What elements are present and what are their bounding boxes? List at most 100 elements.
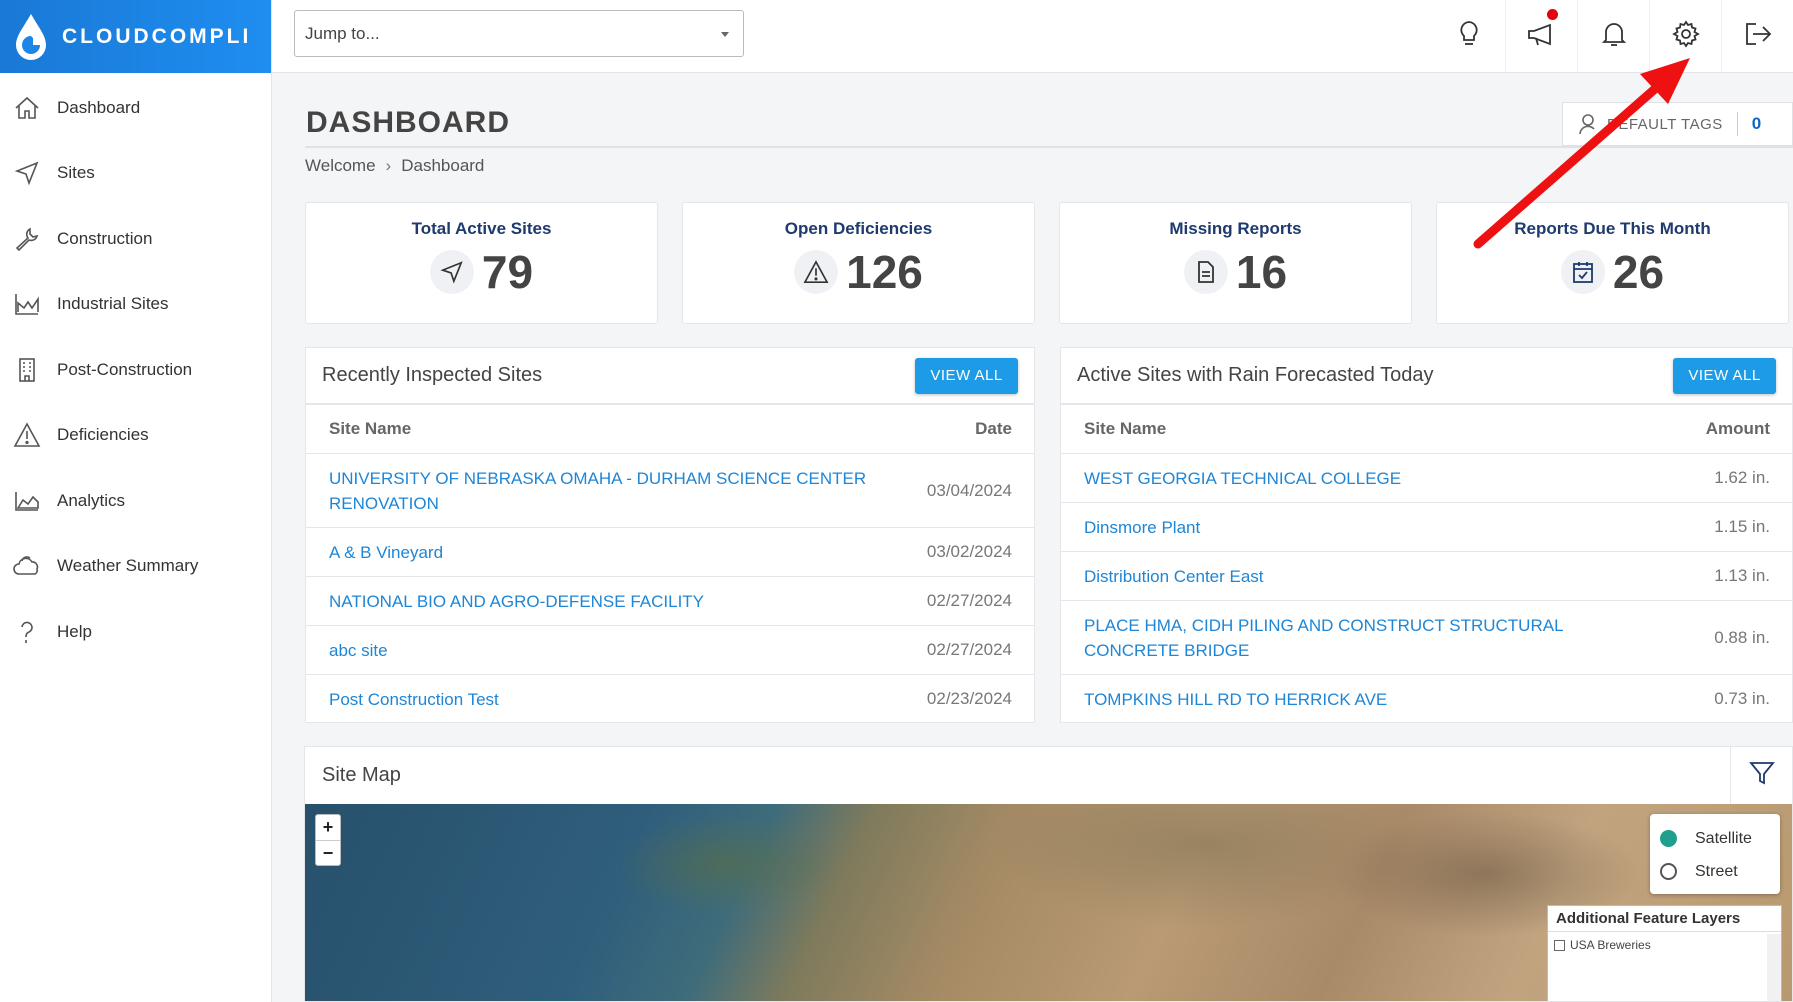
sidebar-item-analytics[interactable]: Analytics [0,468,271,534]
basemap-switcher: Satellite Street [1650,814,1780,894]
rain-amount: 0.88 in. [1714,627,1770,647]
radio-selected[interactable] [1660,830,1677,847]
breadcrumb-separator-icon: › [385,156,392,175]
site-map-panel: Site Map + − Satellite Street Additional… [304,746,1793,1002]
breadcrumb-dashboard: Dashboard [401,156,485,175]
panel-title: Active Sites with Rain Forecasted Today [1077,364,1434,386]
stat-card-total-active-sites[interactable]: Total Active Sites 79 [305,202,658,324]
sidebar-nav: Dashboard Sites Construction Industrial … [0,73,271,665]
column-header-site-name: Site Name [1084,419,1167,438]
site-link[interactable]: TOMPKINS HILL RD TO HERRICK AVE [1084,687,1387,712]
water-drop-icon [12,12,50,62]
sidebar-item-weather-summary[interactable]: Weather Summary [0,534,271,600]
sidebar-item-label: Post-Construction [57,359,193,379]
gear-icon [1671,20,1700,53]
site-link[interactable]: WEST GEORGIA TECHNICAL COLLEGE [1084,466,1401,491]
sidebar-item-construction[interactable]: Construction [0,206,271,272]
topbar: Jump to... [272,0,1793,73]
inspection-date: 02/27/2024 [926,640,1012,659]
site-link[interactable]: PLACE HMA, CIDH PILING AND CONSTRUCT STR… [1084,613,1644,663]
sidebar-item-industrial-sites[interactable]: Industrial Sites [0,272,271,338]
stat-card-reports-due[interactable]: Reports Due This Month 26 [1436,202,1789,324]
inspection-date: 03/04/2024 [926,480,1012,500]
table-row: Distribution Center East 1.13 in. [1061,552,1792,601]
document-icon [1183,250,1228,294]
site-link[interactable]: Post Construction Test [329,687,499,712]
sidebar-item-help[interactable]: Help [0,599,271,665]
site-link[interactable]: UNIVERSITY OF NEBRASKA OMAHA - DURHAM SC… [329,466,869,516]
cloud-icon [12,551,42,581]
table-row: WEST GEORGIA TECHNICAL COLLEGE 1.62 in. [1061,454,1792,503]
column-header-site-name: Site Name [329,419,412,438]
basemap-label: Street [1695,862,1738,880]
sidebar: CLOUDCOMPLI Dashboard Sites Construction… [0,0,272,1002]
table-row: NATIONAL BIO AND AGRO-DEFENSE FACILITY 0… [306,577,1034,626]
stat-label: Reports Due This Month [1514,219,1711,238]
default-tags-label: DEFAULT TAGS [1607,115,1723,133]
site-link[interactable]: abc site [329,638,388,663]
sidebar-item-post-construction[interactable]: Post-Construction [0,337,271,403]
filter-button[interactable] [1730,747,1792,804]
announcements-button[interactable] [1505,0,1577,73]
basemap-label: Satellite [1695,829,1752,847]
sidebar-item-deficiencies[interactable]: Deficiencies [0,403,271,469]
stat-value: 26 [1612,246,1665,298]
site-link[interactable]: Dinsmore Plant [1084,515,1200,540]
layer-item[interactable]: USA Breweries [1548,932,1781,958]
layer-checkbox[interactable] [1554,939,1565,951]
topbar-actions [1433,0,1793,73]
layers-title: Additional Feature Layers [1548,906,1781,932]
logout-button[interactable] [1721,0,1793,73]
stat-label: Missing Reports [1169,219,1302,238]
layers-scrollbar[interactable] [1767,934,1781,1001]
stat-card-open-deficiencies[interactable]: Open Deficiencies 126 [682,202,1035,324]
view-all-button[interactable]: VIEW ALL [1673,357,1776,394]
warning-triangle-icon [12,420,42,450]
table-row: UNIVERSITY OF NEBRASKA OMAHA - DURHAM SC… [306,454,1034,528]
site-link[interactable]: NATIONAL BIO AND AGRO-DEFENSE FACILITY [329,589,704,614]
stat-label: Total Active Sites [411,219,552,238]
basemap-option-street[interactable]: Street [1660,855,1770,888]
stat-value: 16 [1235,246,1288,298]
satellite-map[interactable]: + − Satellite Street Additional Feature … [305,804,1792,1001]
table-header: Site Name Date [306,405,1034,454]
warning-triangle-icon [794,250,839,294]
zoom-out-button[interactable]: − [316,840,340,865]
calendar-check-icon [1560,250,1605,294]
sidebar-item-label: Construction [57,228,153,248]
sidebar-item-label: Deficiencies [57,425,149,445]
sidebar-item-label: Sites [57,163,95,183]
view-all-button[interactable]: VIEW ALL [915,357,1018,394]
radio-unselected[interactable] [1660,863,1677,880]
brand-logo[interactable]: CLOUDCOMPLI [0,0,271,73]
settings-button[interactable] [1649,0,1721,73]
recently-inspected-panel: Recently Inspected Sites VIEW ALL Site N… [305,347,1035,723]
rain-amount: 0.73 in. [1714,689,1770,708]
sidebar-item-sites[interactable]: Sites [0,141,271,207]
logout-icon [1744,21,1772,52]
zoom-control: + − [315,814,341,866]
zoom-in-button[interactable]: + [316,815,340,840]
rain-amount: 1.62 in. [1714,468,1770,487]
building-icon [12,355,42,385]
stat-card-missing-reports[interactable]: Missing Reports 16 [1059,202,1412,324]
sidebar-item-label: Weather Summary [57,556,199,576]
default-tags-button[interactable]: DEFAULT TAGS 0 [1562,102,1793,146]
table-row: PLACE HMA, CIDH PILING AND CONSTRUCT STR… [1061,601,1792,675]
page-title: DASHBOARD [306,106,510,139]
megaphone-icon [1526,21,1558,52]
notifications-button[interactable] [1577,0,1649,73]
navigation-arrow-icon [12,158,42,188]
column-header-date: Date [975,419,1012,438]
breadcrumb-welcome[interactable]: Welcome [305,156,376,176]
sidebar-item-label: Help [57,621,92,641]
jump-to-select[interactable]: Jump to... [294,10,744,57]
basemap-option-satellite[interactable]: Satellite [1660,822,1770,855]
site-link[interactable]: Distribution Center East [1084,564,1264,589]
breadcrumb: Welcome › Dashboard [305,156,484,176]
divider [1736,112,1738,136]
sidebar-item-dashboard[interactable]: Dashboard [0,75,271,141]
tips-button[interactable] [1433,0,1505,73]
inspection-date: 02/27/2024 [926,591,1012,610]
site-link[interactable]: A & B Vineyard [329,540,443,565]
